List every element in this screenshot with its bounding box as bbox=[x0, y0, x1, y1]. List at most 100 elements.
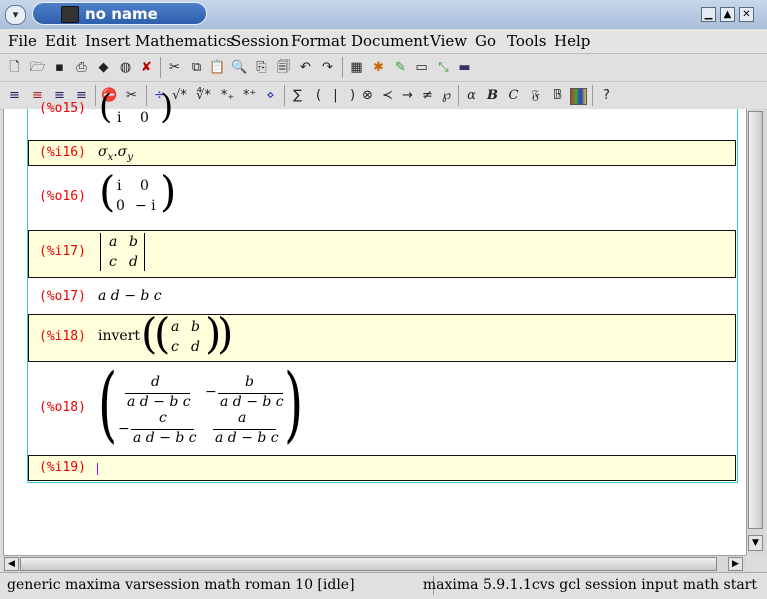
greek-icon[interactable]: α bbox=[462, 86, 481, 105]
screen-icon[interactable]: ▬ bbox=[455, 58, 474, 77]
horizontal-scroll-thumb[interactable] bbox=[20, 557, 717, 571]
calligraphic-icon[interactable]: C bbox=[504, 86, 523, 105]
menu-mathematics[interactable]: Mathematics bbox=[135, 32, 234, 50]
menu-edit[interactable]: Edit bbox=[45, 32, 76, 50]
matrix-cell: a bbox=[171, 319, 180, 335]
menu-view[interactable]: View bbox=[430, 32, 467, 50]
matrix-cell: c bbox=[171, 339, 179, 355]
subscript-icon[interactable]: *₊ bbox=[218, 86, 237, 105]
matrix-left-paren: ( bbox=[98, 357, 118, 452]
paste-icon[interactable]: 📋 bbox=[208, 58, 227, 77]
menu-insert[interactable]: Insert bbox=[85, 32, 130, 50]
input-label: (%i17) bbox=[39, 244, 86, 259]
vertical-scrollbar[interactable]: ▼ bbox=[746, 109, 765, 555]
prec-icon[interactable]: ≺ bbox=[378, 86, 397, 105]
scroll-right-button[interactable]: ▶ bbox=[728, 557, 743, 571]
determinant-left-bar bbox=[100, 233, 101, 271]
sigma-symbol: σ bbox=[117, 144, 128, 160]
arrow-icon[interactable]: → bbox=[398, 86, 417, 105]
window-menu-button[interactable]: ▾ bbox=[5, 5, 26, 25]
fraktur-icon[interactable]: 𝔉 bbox=[526, 86, 545, 105]
output-label: (%o15) bbox=[39, 101, 86, 116]
maximize-button[interactable]: ▲ bbox=[720, 7, 735, 22]
neq-icon[interactable]: ≠ bbox=[418, 86, 437, 105]
sum-icon[interactable]: ∑ bbox=[288, 86, 307, 105]
menu-go[interactable]: Go bbox=[475, 32, 496, 50]
window-icon[interactable]: ▭ bbox=[412, 58, 431, 77]
title-bar: ▾ no name ▁ ▲ ✕ bbox=[0, 0, 767, 30]
fraction-numerator: a bbox=[238, 410, 247, 426]
minimize-button[interactable]: ▁ bbox=[701, 7, 716, 22]
document-area[interactable]: (%o15) ( i 0 ) (%i16) σx.σy (%o16) ( i 0… bbox=[3, 87, 747, 555]
scroll-down-button[interactable]: ▼ bbox=[748, 535, 763, 551]
input-cell-i16[interactable] bbox=[28, 140, 736, 166]
save-icon[interactable]: ▪ bbox=[50, 58, 69, 77]
close-window-button[interactable]: ✕ bbox=[739, 7, 754, 22]
output-label: (%o18) bbox=[39, 400, 86, 415]
palette-icon[interactable]: ✱ bbox=[369, 58, 388, 77]
nth-root-icon[interactable]: ∜* bbox=[194, 86, 213, 105]
replace-icon[interactable]: ⎘ bbox=[252, 58, 271, 77]
matrix-cell: − i bbox=[135, 198, 156, 214]
toolbar-separator bbox=[95, 85, 96, 106]
new-document-icon[interactable]: 🗋 bbox=[5, 58, 24, 77]
redo-icon[interactable]: ↷ bbox=[318, 58, 337, 77]
scroll-left-button[interactable]: ◀ bbox=[4, 557, 19, 571]
otimes-icon[interactable]: ⊗ bbox=[358, 86, 377, 105]
spell-icon[interactable]: 🗐 bbox=[274, 58, 293, 77]
input-expression[interactable]: σx.σy bbox=[98, 144, 133, 163]
toolbar-separator bbox=[284, 85, 285, 106]
function-name: invert bbox=[98, 328, 141, 344]
scissors-icon[interactable]: ✂ bbox=[122, 86, 141, 105]
help-icon[interactable]: ? bbox=[597, 86, 616, 105]
find-icon[interactable]: 🔍 bbox=[230, 58, 249, 77]
window-title: no name bbox=[85, 5, 158, 23]
toolbar-separator bbox=[592, 85, 593, 106]
cut-icon[interactable]: ✂ bbox=[165, 58, 184, 77]
package-icon[interactable]: ◆ bbox=[94, 58, 113, 77]
menu-document[interactable]: Document bbox=[351, 32, 429, 50]
minus-sign: − bbox=[118, 421, 130, 437]
open-icon[interactable]: 🗁 bbox=[28, 58, 47, 77]
matrix-cell: 0 bbox=[140, 110, 149, 126]
vertical-scroll-thumb[interactable] bbox=[748, 111, 763, 529]
undo-icon[interactable]: ↶ bbox=[296, 58, 315, 77]
menu-tools[interactable]: Tools bbox=[507, 32, 546, 50]
globe-icon[interactable]: ◍ bbox=[116, 58, 135, 77]
fraction-numerator: c bbox=[159, 410, 167, 426]
input-label: (%i18) bbox=[39, 329, 86, 344]
horizontal-scrollbar[interactable]: ◀ ▶ bbox=[3, 555, 746, 572]
output-label: (%o16) bbox=[39, 189, 86, 204]
matrix-cell: 0 bbox=[140, 178, 149, 194]
copy-icon[interactable]: ⧉ bbox=[187, 58, 206, 77]
menu-help[interactable]: Help bbox=[554, 32, 590, 50]
bold-math-icon[interactable]: B bbox=[483, 86, 502, 105]
align-left-icon[interactable]: ≡ bbox=[5, 86, 24, 105]
matrix-right-paren: ) bbox=[160, 87, 174, 127]
blackboard-icon[interactable]: 𝔹 bbox=[548, 86, 567, 105]
matrix-cell: c bbox=[109, 254, 117, 270]
matrix-cell: b bbox=[191, 319, 200, 335]
close-icon[interactable]: ✘ bbox=[137, 58, 156, 77]
matrix-cell: b bbox=[129, 234, 138, 250]
menu-format[interactable]: Format bbox=[291, 32, 346, 50]
table-icon[interactable]: ▦ bbox=[347, 58, 366, 77]
matrix-cell: 0 bbox=[116, 198, 125, 214]
menu-file[interactable]: File bbox=[8, 32, 37, 50]
weierstrass-icon[interactable]: ℘ bbox=[437, 86, 456, 105]
fraction-denominator: a d − b c bbox=[133, 430, 197, 446]
wide-accent-icon[interactable]: ⋄ bbox=[261, 86, 280, 105]
sigma-symbol: σ bbox=[98, 144, 108, 160]
print-icon[interactable]: ⎙ bbox=[72, 58, 91, 77]
matrix-cell: i bbox=[117, 178, 122, 194]
matrix-left-paren: ( bbox=[99, 87, 113, 127]
input-label: (%i19) bbox=[39, 460, 86, 475]
input-label: (%i16) bbox=[39, 145, 86, 160]
menu-session[interactable]: Session bbox=[231, 32, 289, 50]
text-cursor bbox=[97, 463, 98, 475]
draw-icon[interactable]: ✎ bbox=[391, 58, 410, 77]
superscript-icon[interactable]: *⁺ bbox=[240, 86, 259, 105]
resize-icon[interactable]: ⤡ bbox=[434, 58, 453, 77]
input-cell-i19[interactable] bbox=[28, 455, 736, 481]
color-picker-icon[interactable] bbox=[570, 88, 587, 105]
